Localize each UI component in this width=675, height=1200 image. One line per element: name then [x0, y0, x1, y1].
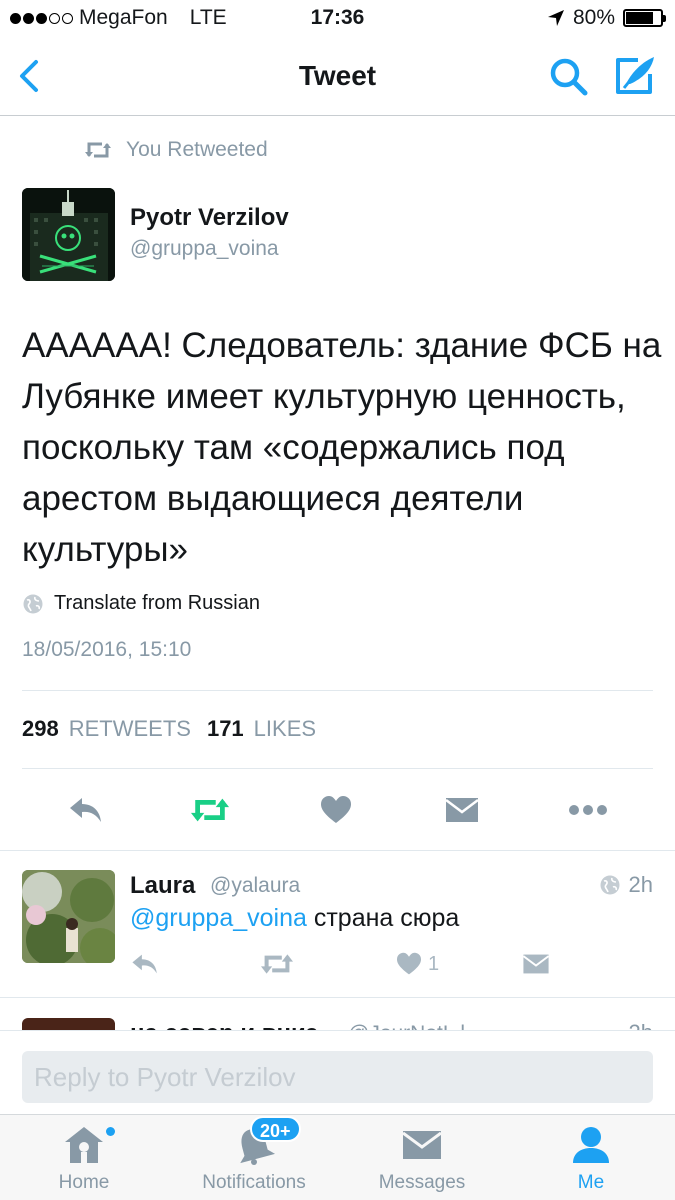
direct-message-button[interactable] — [522, 950, 550, 978]
globe-icon — [23, 594, 43, 613]
retweet-active-icon — [190, 798, 230, 822]
status-bar: MegaFon LTE 17:36 80% — [0, 0, 675, 38]
reply-author-handle[interactable]: @JourNotL.l — [348, 1022, 465, 1030]
reply-actions: 1 — [130, 950, 570, 978]
more-dots-icon — [569, 805, 607, 815]
reply-input[interactable] — [22, 1051, 653, 1103]
retweet-context-text: You Retweeted — [126, 138, 268, 161]
envelope-icon — [445, 798, 479, 822]
like-button[interactable]: 1 — [396, 950, 439, 978]
divider — [22, 690, 653, 691]
heart-icon — [321, 796, 351, 823]
nav-bar: Tweet — [0, 38, 675, 116]
retweet-context: You Retweeted — [84, 138, 268, 162]
person-icon — [569, 1125, 613, 1165]
reply-like-count: 1 — [428, 952, 440, 975]
tab-label: Notifications — [202, 1172, 306, 1193]
tab-me[interactable]: Me — [511, 1125, 671, 1197]
tweet-timestamp: 18/05/2016, 15:10 — [22, 638, 192, 661]
retweet-button[interactable] — [190, 790, 230, 830]
tweet-actions — [0, 780, 675, 840]
more-button[interactable] — [568, 790, 608, 830]
tab-bar: Home Notifications Messages Me — [0, 1114, 675, 1200]
author-handle[interactable]: @gruppa_voina — [130, 237, 279, 261]
envelope-icon — [522, 954, 550, 974]
reply-time-text: 2h — [628, 872, 653, 897]
retweet-label[interactable]: RETWEETS — [69, 716, 191, 742]
battery-icon — [623, 9, 666, 27]
like-button[interactable] — [316, 790, 356, 830]
compose-icon — [616, 57, 654, 94]
likes-count[interactable]: 171 — [207, 716, 244, 742]
reply-body: страна сюра — [306, 904, 460, 932]
heart-icon — [397, 952, 421, 975]
avatar-image — [22, 870, 115, 963]
reply-icon — [70, 798, 101, 822]
reply-author-name[interactable]: Laura — [130, 872, 195, 900]
reply-button[interactable] — [66, 790, 106, 830]
translate-button[interactable]: Translate from Russian — [22, 592, 260, 615]
retweet-icon — [261, 954, 293, 974]
author-name[interactable]: Pyotr Verzilov — [130, 204, 289, 232]
translate-label: Translate from Russian — [54, 592, 260, 614]
reply-author-handle[interactable]: @yalaura — [210, 874, 300, 898]
direct-message-button[interactable] — [442, 790, 482, 830]
reply-tweet[interactable]: на север и вниз @JourNotL.l 2h — [0, 1018, 675, 1030]
search-icon — [550, 58, 588, 96]
avatar[interactable] — [22, 870, 115, 963]
envelope-icon — [400, 1125, 444, 1165]
divider — [0, 850, 675, 851]
avatar-image — [22, 188, 115, 281]
tweet-text: АААААА! Следователь: здание ФСБ на Лубян… — [22, 326, 662, 569]
tab-messages[interactable]: Messages — [342, 1125, 502, 1197]
retweet-count[interactable]: 298 — [22, 716, 59, 742]
notifications-badge: 20+ — [250, 1116, 301, 1142]
location-arrow-icon — [547, 10, 564, 26]
reply-button[interactable] — [130, 950, 160, 978]
reply-icon — [132, 954, 157, 974]
tab-label: Home — [58, 1172, 110, 1193]
reply-time: 2h — [599, 872, 653, 898]
reply-author-name[interactable]: на север и вниз — [130, 1020, 318, 1030]
avatar[interactable] — [22, 1018, 115, 1030]
home-icon — [62, 1125, 106, 1165]
tab-label: Me — [577, 1172, 605, 1193]
divider — [22, 768, 653, 769]
tweet-stats: 298 RETWEETS 171 LIKES — [22, 716, 322, 742]
avatar[interactable] — [22, 188, 115, 281]
globe-icon — [600, 875, 620, 895]
reply-text: @gruppa_voina страна сюра — [130, 904, 459, 933]
battery-fill — [626, 12, 654, 24]
reply-compose-bar — [0, 1030, 675, 1114]
likes-label[interactable]: LIKES — [254, 716, 316, 742]
home-unread-indicator — [106, 1127, 115, 1136]
tab-home[interactable]: Home — [4, 1125, 164, 1197]
retweet-icon — [85, 142, 111, 158]
battery-percent: 80% — [572, 6, 615, 29]
divider — [0, 997, 675, 998]
status-right: 80% — [547, 6, 666, 30]
mention-link[interactable]: @gruppa_voina — [130, 904, 307, 932]
compose-tweet-button[interactable] — [612, 54, 658, 98]
reply-tweet[interactable]: Laura @yalaura 2h @gruppa_voina страна с… — [0, 852, 675, 997]
search-button[interactable] — [548, 56, 590, 98]
tab-label: Messages — [378, 1172, 466, 1193]
retweet-button[interactable] — [260, 950, 294, 978]
reply-time-text: 2h — [629, 1020, 653, 1030]
